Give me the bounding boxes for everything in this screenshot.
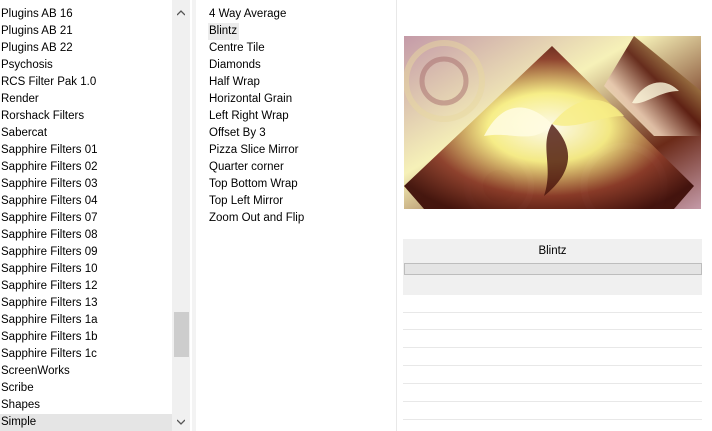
filter-item[interactable]: Pizza Slice Mirror — [208, 142, 388, 159]
category-item[interactable]: Sapphire Filters 13 — [0, 295, 172, 312]
category-item[interactable]: Sapphire Filters 02 — [0, 159, 172, 176]
category-item[interactable]: Plugins AB 21 — [0, 23, 172, 40]
category-panel: Plugins AB 16 Plugins AB 21 Plugins AB 22 P… — [0, 0, 192, 431]
filter-list[interactable]: 4 Way Average Blintz Centre Tile Diamonds Ha… — [208, 6, 388, 227]
preview-image — [404, 36, 701, 209]
filter-item[interactable]: Diamonds — [208, 57, 388, 74]
category-item[interactable]: Shapes — [0, 397, 172, 414]
filter-item[interactable]: Quarter corner — [208, 159, 388, 176]
filter-name-label: Blintz — [538, 245, 567, 257]
scrollbar-thumb[interactable] — [174, 312, 189, 357]
separator-line — [403, 365, 702, 366]
separator-line — [403, 312, 702, 313]
category-item[interactable]: Sapphire Filters 09 — [0, 244, 172, 261]
category-item[interactable]: Sapphire Filters 1a — [0, 312, 172, 329]
separator-line — [403, 401, 702, 402]
category-item[interactable]: Sapphire Filters 12 — [0, 278, 172, 295]
filter-parameter-field[interactable] — [404, 263, 702, 275]
filter-item[interactable]: Zoom Out and Flip — [208, 210, 388, 227]
filter-item[interactable]: Horizontal Grain — [208, 91, 388, 108]
category-item[interactable]: Scribe — [0, 380, 172, 397]
separator-line — [403, 329, 702, 330]
filter-item[interactable]: Centre Tile — [208, 40, 388, 57]
separator-line — [403, 419, 702, 420]
category-item[interactable]: ScreenWorks — [0, 363, 172, 380]
category-list[interactable]: Plugins AB 16 Plugins AB 21 Plugins AB 22 P… — [0, 6, 172, 431]
filter-item[interactable]: Blintz — [208, 23, 240, 40]
scroll-up-icon[interactable] — [172, 5, 190, 22]
category-item[interactable]: RCS Filter Pak 1.0 — [0, 74, 172, 91]
category-item[interactable]: Simple — [0, 414, 172, 431]
filter-panel: 4 Way Average Blintz Centre Tile Diamonds Ha… — [196, 0, 397, 431]
filter-item[interactable]: Left Right Wrap — [208, 108, 388, 125]
category-item[interactable]: Sapphire Filters 07 — [0, 210, 172, 227]
filter-item[interactable]: Offset By 3 — [208, 125, 388, 142]
category-item[interactable]: Sapphire Filters 1c — [0, 346, 172, 363]
category-item[interactable]: Plugins AB 16 — [0, 6, 172, 23]
category-item[interactable]: Sapphire Filters 03 — [0, 176, 172, 193]
separator-line — [403, 383, 702, 384]
separator-line — [403, 347, 702, 348]
category-item[interactable]: Sapphire Filters 10 — [0, 261, 172, 278]
filter-name-bar: Blintz — [403, 239, 702, 295]
category-item[interactable]: Sapphire Filters 04 — [0, 193, 172, 210]
scroll-down-icon[interactable] — [172, 414, 190, 431]
category-item[interactable]: Sapphire Filters 1b — [0, 329, 172, 346]
category-item[interactable]: Sapphire Filters 08 — [0, 227, 172, 244]
filter-item[interactable]: Half Wrap — [208, 74, 388, 91]
category-item[interactable]: Sapphire Filters 01 — [0, 142, 172, 159]
filter-item[interactable]: Top Left Mirror — [208, 193, 388, 210]
filter-item[interactable]: 4 Way Average — [208, 6, 388, 23]
category-item[interactable]: Psychosis — [0, 57, 172, 74]
category-item[interactable]: Render — [0, 91, 172, 108]
category-item[interactable]: Plugins AB 22 — [0, 40, 172, 57]
category-item[interactable]: Sabercat — [0, 125, 172, 142]
category-item[interactable]: Rorshack Filters — [0, 108, 172, 125]
preview-panel: Blintz — [397, 0, 712, 431]
category-scrollbar[interactable] — [172, 0, 190, 431]
filter-item[interactable]: Top Bottom Wrap — [208, 176, 388, 193]
